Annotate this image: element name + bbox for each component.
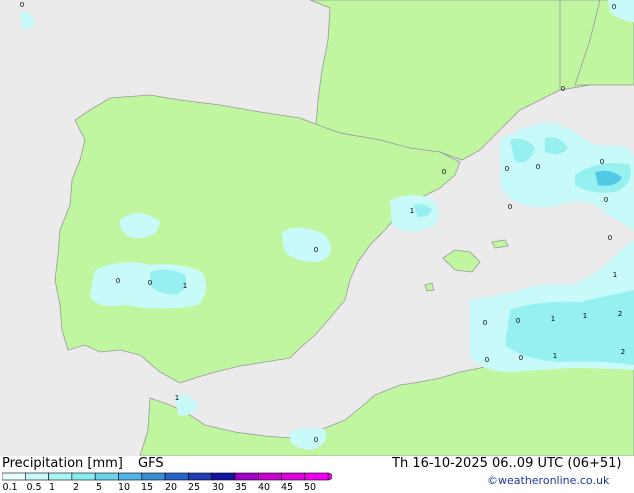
legend-tick: 0.1 — [2, 482, 18, 493]
legend-tick: 50 — [303, 482, 317, 493]
legend-tick: 5 — [95, 482, 103, 493]
legend-arrow — [327, 472, 332, 481]
legend-swatch — [164, 472, 189, 481]
legend-swatch — [188, 472, 212, 481]
legend-swatch — [257, 472, 282, 481]
value-label: 0 — [20, 1, 24, 9]
value-label: 0 — [536, 163, 540, 171]
legend-tick: 30 — [211, 482, 225, 493]
legend-swatch — [141, 472, 166, 481]
legend-swatch — [2, 472, 26, 481]
precipitation-map: 0 0 0 1 0 1 0 0 0 0 0 0 0 0 0 1 0 0 1 1 … — [0, 0, 634, 456]
legend-swatch — [24, 472, 49, 481]
value-label: 0 — [483, 319, 487, 327]
ibiza-land — [424, 282, 435, 292]
credit-text: ©weatheronline.co.uk — [487, 474, 610, 487]
legend-swatch — [304, 472, 329, 481]
value-label: 1 — [613, 271, 617, 279]
value-label: 0 — [314, 436, 318, 444]
legend-swatch — [118, 472, 143, 481]
legend-tick: 15 — [140, 482, 154, 493]
value-label: 1 — [410, 207, 414, 215]
precip-area — [390, 195, 439, 232]
value-label: 0 — [508, 203, 512, 211]
legend-tick: 10 — [117, 482, 131, 493]
legend-tick: 25 — [187, 482, 201, 493]
legend-tick: 45 — [280, 482, 294, 493]
value-label: 0 — [516, 317, 520, 325]
legend-swatch — [211, 472, 236, 481]
legend-tick: 40 — [257, 482, 271, 493]
legend-tick: 20 — [164, 482, 178, 493]
legend-tick: 1 — [48, 482, 56, 493]
value-label: 0 — [600, 158, 604, 166]
legend-tick: 35 — [234, 482, 248, 493]
value-label: 0 — [485, 356, 489, 364]
legend-swatch — [71, 472, 96, 481]
value-label: 2 — [621, 348, 625, 356]
value-label: 1 — [175, 394, 179, 402]
value-label: 1 — [551, 315, 555, 323]
legend-tick: 2 — [72, 482, 80, 493]
value-label: 0 — [148, 279, 152, 287]
value-label: 0 — [505, 165, 509, 173]
value-label: 2 — [618, 310, 622, 318]
value-label: 0 — [561, 85, 565, 93]
value-label: 0 — [116, 277, 120, 285]
value-label: 1 — [553, 352, 557, 360]
value-label: 0 — [314, 246, 318, 254]
color-legend — [2, 472, 332, 481]
legend-swatch — [94, 472, 119, 481]
legend-swatch — [48, 472, 73, 481]
legend-tick: 0.5 — [26, 482, 42, 493]
value-label: 0 — [608, 234, 612, 242]
legend-title: Precipitation [mm] — [2, 456, 123, 471]
value-label: 0 — [612, 3, 616, 11]
value-label: 1 — [583, 312, 587, 320]
legend-swatch — [234, 472, 259, 481]
valid-time: Th 16-10-2025 06..09 UTC (06+51) — [392, 456, 622, 471]
value-label: 0 — [519, 354, 523, 362]
value-label: 0 — [442, 168, 446, 176]
value-label: 1 — [183, 282, 187, 290]
legend-swatch — [281, 472, 306, 481]
value-label: 0 — [604, 196, 608, 204]
model-name: GFS — [138, 456, 164, 471]
